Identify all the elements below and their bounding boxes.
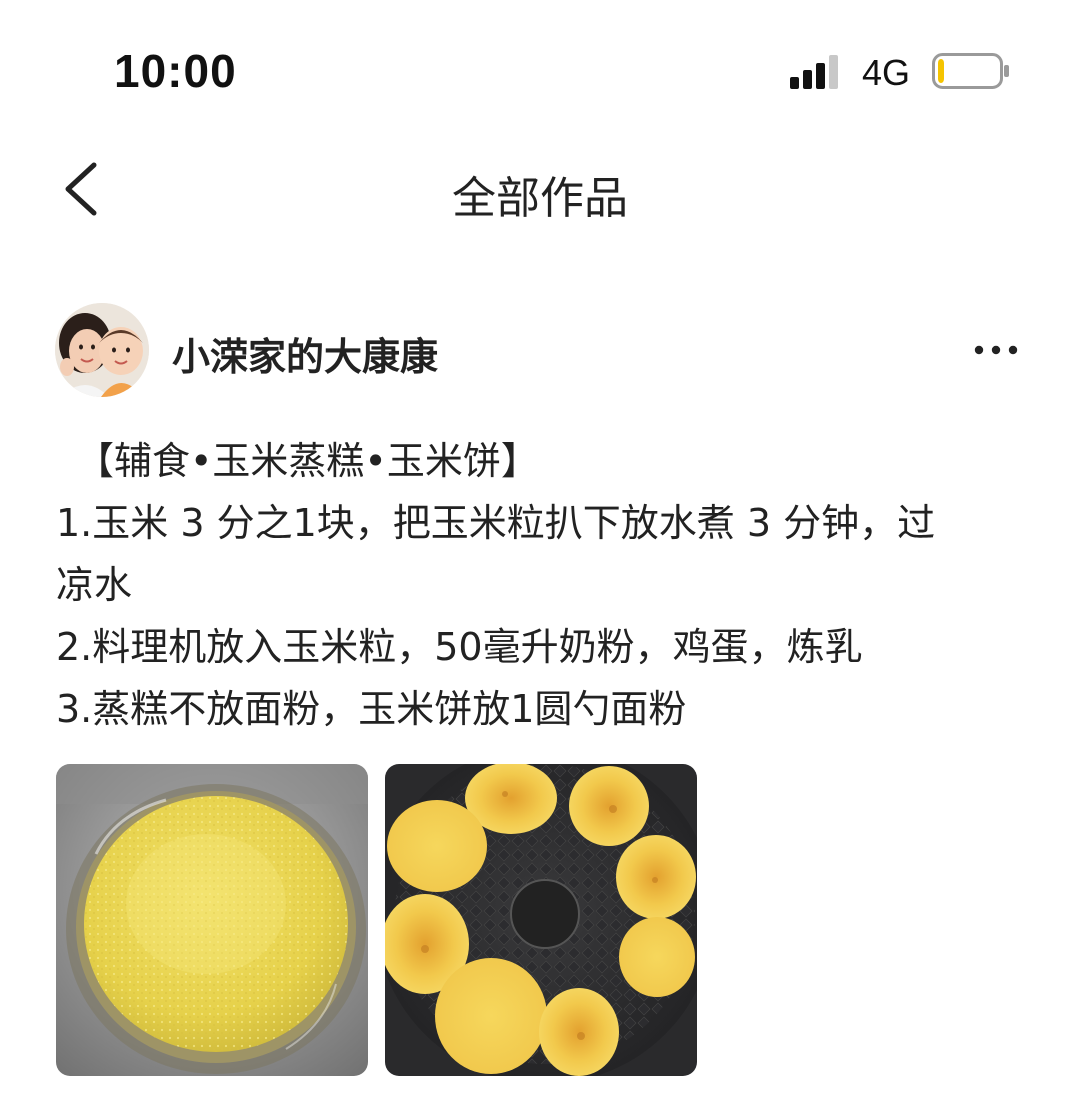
post-image-1[interactable]: [56, 764, 368, 1076]
more-button[interactable]: [966, 330, 1026, 370]
post-line: 3.蒸糕不放面粉，玉米饼放1圆勺面粉: [56, 687, 687, 731]
network-type: 4G: [862, 52, 911, 93]
signal-bars-icon: [790, 55, 838, 89]
post-line: 凉水: [56, 563, 133, 607]
battery-low-icon: [932, 53, 1009, 89]
corn-pancakes-in-pan-photo: [385, 764, 697, 1076]
more-dots-icon: [974, 345, 1018, 355]
steamed-corn-cake-photo: [56, 764, 368, 1076]
author-name[interactable]: 小溁家的大康康: [172, 326, 438, 381]
avatar-mother-and-baby: [55, 303, 149, 397]
post-line: 2.料理机放入玉米粒，50毫升奶粉，鸡蛋，炼乳: [56, 625, 863, 669]
status-bar: 10:00 4G: [0, 0, 1080, 140]
status-time: 10:00: [114, 45, 237, 97]
post-line: 1.玉米 3 分之1块，把玉米粒扒下放水煮 3 分钟，过: [56, 501, 936, 545]
post-text: 【辅食•玉米蒸糕•玉米饼】 1.玉米 3 分之1块，把玉米粒扒下放水煮 3 分钟…: [56, 430, 1016, 740]
post-image-2[interactable]: [385, 764, 697, 1076]
page-title: 全部作品: [452, 173, 628, 224]
avatar[interactable]: [55, 303, 149, 397]
post-title: 【辅食•玉米蒸糕•玉米饼】: [76, 439, 539, 483]
